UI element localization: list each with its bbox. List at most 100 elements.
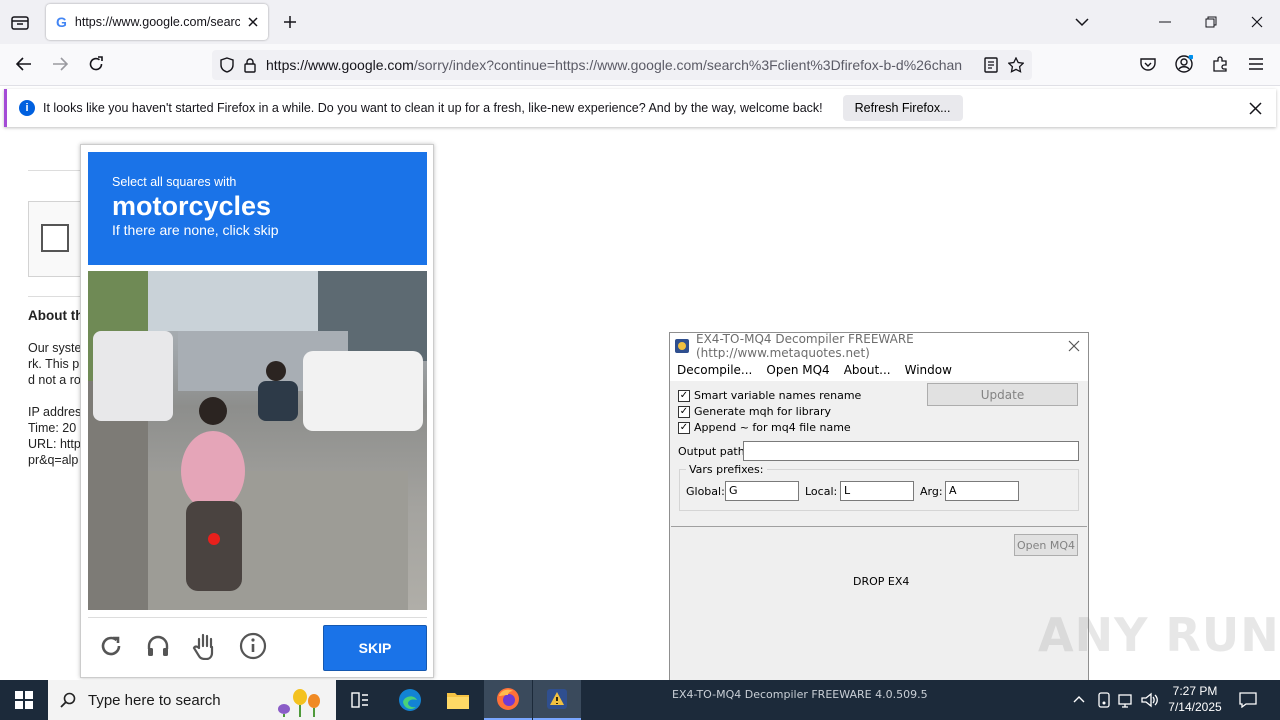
clock-time: 7:27 PM <box>1172 684 1218 698</box>
output-path-input[interactable] <box>743 441 1079 461</box>
global-label: Global: <box>686 485 725 498</box>
edge-browser-icon[interactable] <box>386 680 434 720</box>
captcha-tile[interactable] <box>173 442 256 525</box>
recaptcha-checkbox[interactable] <box>41 224 69 252</box>
menu-window[interactable]: Window <box>905 363 952 377</box>
captcha-challenge: Select all squares with motorcycles If t… <box>80 144 434 678</box>
captcha-tile[interactable] <box>344 356 427 439</box>
generate-mqh-checkbox[interactable]: ✓ Generate mqh for library <box>678 405 831 418</box>
checkbox-label: Generate mqh for library <box>694 405 832 418</box>
extensions-icon[interactable] <box>1210 55 1230 73</box>
local-prefix-input[interactable]: L <box>840 481 914 501</box>
list-all-tabs-icon[interactable] <box>1073 14 1091 30</box>
time-line: Time: 20 <box>28 421 77 435</box>
append-tilde-checkbox[interactable]: ✓ Append ~ for mq4 file name <box>678 421 851 434</box>
checkbox-checked: ✓ <box>678 421 690 434</box>
checkbox-label: Append ~ for mq4 file name <box>694 421 851 434</box>
taskbar-search[interactable]: Type here to search <box>48 680 336 720</box>
captcha-instruction-top: Select all squares with <box>112 175 237 189</box>
bookmark-star-icon[interactable] <box>1008 57 1024 73</box>
account-icon[interactable] <box>1174 54 1194 74</box>
menu-icon[interactable] <box>1246 55 1266 73</box>
captcha-tile[interactable] <box>88 527 171 610</box>
search-icon <box>60 692 76 708</box>
info-help-icon[interactable] <box>237 630 269 662</box>
captcha-tile[interactable] <box>259 271 342 354</box>
captcha-target: motorcycles <box>112 191 272 221</box>
minimize-icon[interactable] <box>1156 14 1174 30</box>
update-button[interactable]: Update <box>927 383 1078 406</box>
page-body-line-3: d not a ro <box>28 373 81 387</box>
url-host: https://www.google.com <box>266 57 414 73</box>
firefox-taskbar-icon[interactable] <box>484 680 532 720</box>
global-prefix-input[interactable]: G <box>725 481 799 501</box>
captcha-tile[interactable] <box>259 356 342 439</box>
captcha-tile[interactable] <box>88 442 171 525</box>
notifications-icon[interactable] <box>1238 690 1258 710</box>
captcha-tile[interactable] <box>344 271 427 354</box>
smart-rename-checkbox[interactable]: ✓ Smart variable names rename <box>678 389 861 402</box>
tab-google[interactable]: G https://www.google.com/search?client=f… <box>46 4 268 40</box>
page-divider-bottom <box>28 296 88 297</box>
ip-line: IP addres <box>28 405 82 419</box>
close-window-icon[interactable] <box>1248 14 1266 30</box>
device-icon[interactable] <box>1096 691 1112 709</box>
skip-button[interactable]: SKIP <box>323 625 427 671</box>
captcha-tile[interactable] <box>173 527 256 610</box>
pocket-icon[interactable] <box>1138 55 1158 73</box>
tab-list-icon[interactable] <box>10 13 30 31</box>
url-bar[interactable]: https://www.google.com/sorry/index?conti… <box>212 50 1032 80</box>
refresh-firefox-button[interactable]: Refresh Firefox... <box>842 95 963 121</box>
captcha-tile[interactable] <box>173 356 256 439</box>
flowers-decoration-icon <box>270 683 330 717</box>
hand-report-icon[interactable] <box>189 630 221 662</box>
captcha-tile[interactable] <box>259 442 342 525</box>
decompiler-window: EX4-TO-MQ4 Decompiler FREEWARE (http://w… <box>669 332 1089 682</box>
windows-start-icon[interactable] <box>14 690 34 710</box>
captcha-tile[interactable] <box>259 527 342 610</box>
volume-icon[interactable] <box>1141 691 1159 709</box>
arg-prefix-input[interactable]: A <box>945 481 1019 501</box>
tab-title: https://www.google.com/search?client=fir… <box>74 15 240 29</box>
output-path-label: Output path: <box>678 445 749 458</box>
close-notification-icon[interactable] <box>1246 99 1264 117</box>
info-icon: i <box>19 100 35 116</box>
decompiler-taskbar-icon[interactable] <box>533 680 581 720</box>
tray-chevron-up-icon[interactable] <box>1072 692 1086 706</box>
menu-about[interactable]: About... <box>844 363 891 377</box>
file-explorer-icon[interactable] <box>434 680 482 720</box>
search-placeholder: Type here to search <box>88 691 221 709</box>
decompiler-close-icon[interactable] <box>1066 338 1082 354</box>
reload-challenge-icon[interactable] <box>95 630 127 662</box>
captcha-tile[interactable] <box>344 527 427 610</box>
anyrun-watermark: ANY RUN <box>1038 608 1280 662</box>
captcha-tile[interactable] <box>344 442 427 525</box>
captcha-tile[interactable] <box>88 271 171 354</box>
task-view-icon[interactable] <box>336 680 384 720</box>
open-mq4-button[interactable]: Open MQ4 <box>1014 534 1078 556</box>
audio-challenge-icon[interactable] <box>142 630 174 662</box>
decompiler-menubar: Decompile... Open MQ4 About... Window <box>670 359 1088 381</box>
captcha-tile[interactable] <box>173 271 256 354</box>
drop-ex4-label: DROP EX4 <box>853 575 910 588</box>
menu-open-mq4[interactable]: Open MQ4 <box>766 363 829 377</box>
tray-clock[interactable]: 7:27 PM 7/14/2025 <box>1160 683 1230 715</box>
shield-icon[interactable] <box>220 57 234 73</box>
page-body-line-1: Our syste <box>28 341 82 355</box>
query-line: pr&q=alp <box>28 453 79 467</box>
reader-view-icon[interactable] <box>984 57 998 73</box>
lock-icon[interactable] <box>244 57 256 73</box>
network-icon[interactable] <box>1118 691 1136 709</box>
url-text[interactable]: https://www.google.com/sorry/index?conti… <box>266 57 974 73</box>
decompiler-titlebar[interactable]: EX4-TO-MQ4 Decompiler FREEWARE (http://w… <box>670 332 1088 360</box>
captcha-image-grid <box>88 271 427 610</box>
close-tab-icon[interactable] <box>248 17 258 27</box>
forward-icon[interactable] <box>50 55 70 73</box>
new-tab-icon[interactable] <box>281 13 299 31</box>
reload-icon[interactable] <box>86 55 106 73</box>
clock-date: 7/14/2025 <box>1168 700 1222 714</box>
menu-decompile[interactable]: Decompile... <box>677 363 752 377</box>
back-icon[interactable] <box>14 55 34 73</box>
captcha-tile[interactable] <box>88 356 171 439</box>
restore-icon[interactable] <box>1202 14 1220 30</box>
